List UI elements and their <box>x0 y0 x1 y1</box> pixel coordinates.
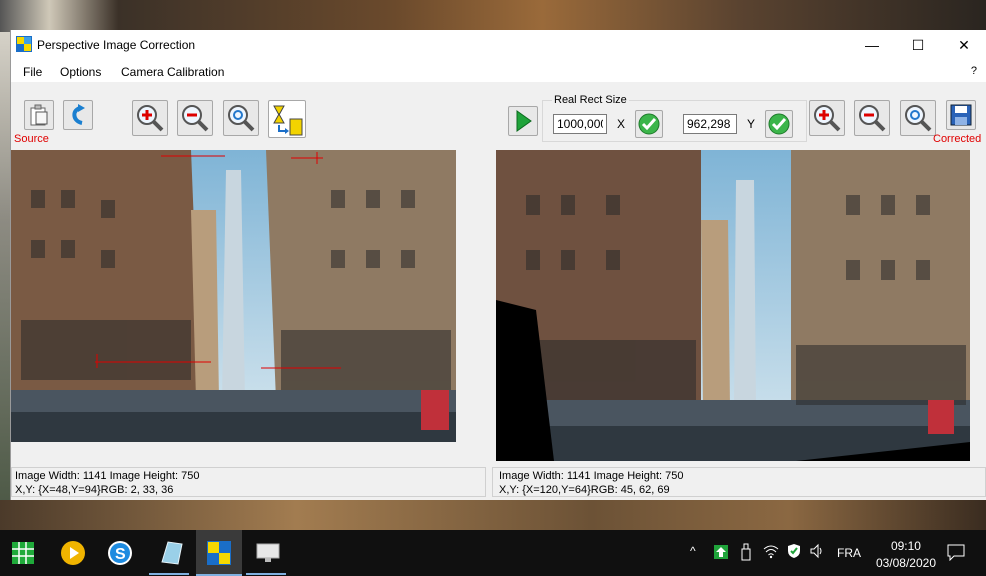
app-window: Perspective Image Correction — ☐ ✕ File … <box>10 30 986 500</box>
corrected-image[interactable] <box>496 150 970 461</box>
source-zoom-in-button[interactable] <box>132 100 168 136</box>
save-button[interactable] <box>946 100 976 130</box>
zoom-out-icon <box>859 105 886 132</box>
media-player-icon[interactable] <box>58 538 88 568</box>
rotate-button[interactable] <box>63 100 93 130</box>
rect-y-label: Y <box>747 117 756 131</box>
menu-camera-calibration[interactable]: Camera Calibration <box>121 65 224 79</box>
desktop-wallpaper-top <box>0 0 986 32</box>
corrected-zoom-out-button[interactable] <box>854 100 890 136</box>
desktop-wallpaper-left <box>0 32 10 502</box>
corrected-photo <box>496 150 970 461</box>
rect-x-label: X <box>617 117 626 131</box>
checkmark-icon <box>768 113 790 135</box>
zoom-in-icon <box>137 105 164 132</box>
paste-button[interactable] <box>24 100 54 130</box>
clock-time: 09:10 <box>890 539 921 553</box>
title-bar[interactable]: Perspective Image Correction — ☐ ✕ <box>11 30 986 60</box>
close-button[interactable]: ✕ <box>941 30 986 60</box>
source-photo <box>11 150 456 442</box>
show-hidden-icons-icon[interactable]: ^ <box>690 544 696 558</box>
corrected-zoom-in-button[interactable] <box>809 100 845 136</box>
zoom-fit-icon <box>905 105 932 132</box>
transform-button[interactable] <box>268 100 306 138</box>
menu-file[interactable]: File <box>23 65 42 79</box>
source-image[interactable] <box>11 150 456 442</box>
perspective-app-icon[interactable] <box>204 538 234 568</box>
corrected-zoom-fit-button[interactable] <box>900 100 936 136</box>
source-label: Source <box>14 133 49 145</box>
volume-icon[interactable] <box>809 543 825 559</box>
notebook-app-icon[interactable] <box>156 538 186 568</box>
running-indicator <box>246 573 286 575</box>
clock-date: 03/08/2020 <box>875 556 936 570</box>
source-size-text: Image Width: 1141 Image Height: 750 <box>15 470 200 482</box>
notifications-icon[interactable] <box>946 543 966 561</box>
zoom-out-icon <box>182 105 209 132</box>
source-zoom-fit-button[interactable] <box>223 100 259 136</box>
corrected-label: Corrected <box>933 133 982 145</box>
floppy-disk-icon <box>950 104 972 126</box>
corrected-size-text: Image Width: 1141 Image Height: 750 <box>499 470 684 482</box>
usb-drive-icon[interactable] <box>740 543 752 561</box>
rotate-icon <box>72 104 85 125</box>
checkmark-icon <box>638 113 660 135</box>
taskbar: S ^ FRA 09:10 03/08/2020 <box>0 530 986 576</box>
source-zoom-out-button[interactable] <box>177 100 213 136</box>
running-indicator <box>149 573 189 575</box>
menu-options[interactable]: Options <box>60 65 101 79</box>
svg-text:S: S <box>115 546 126 563</box>
corrected-pixel-text: X,Y: {X=120,Y=64}RGB: 45, 62, 69 <box>499 484 670 496</box>
source-pixel-text: X,Y: {X=48,Y=94}RGB: 2, 33, 36 <box>15 484 174 496</box>
rect-x-input[interactable] <box>553 114 607 134</box>
input-language[interactable]: FRA <box>837 546 861 560</box>
zoom-in-icon <box>814 105 841 132</box>
upload-icon[interactable] <box>713 544 729 560</box>
system-clock[interactable]: 09:10 03/08/2020 <box>876 538 936 572</box>
real-rect-size-title: Real Rect Size <box>552 94 629 106</box>
paste-icon <box>30 104 48 126</box>
apply-x-button[interactable] <box>635 110 663 138</box>
desktop-wallpaper-bottom <box>0 500 986 530</box>
run-correction-button[interactable] <box>508 106 538 136</box>
transform-icon <box>273 105 303 136</box>
monitor-app-icon[interactable] <box>253 538 283 568</box>
play-icon <box>516 110 532 132</box>
maximize-button[interactable]: ☐ <box>895 30 941 60</box>
apply-y-button[interactable] <box>765 110 793 138</box>
window-title: Perspective Image Correction <box>37 38 196 52</box>
app-icon <box>16 36 32 52</box>
rect-y-input[interactable] <box>683 114 737 134</box>
minimize-button[interactable]: — <box>849 30 895 60</box>
security-shield-icon[interactable] <box>786 543 802 559</box>
help-button[interactable]: ? <box>971 65 977 77</box>
grid-app-icon[interactable] <box>8 538 38 568</box>
menu-bar: File Options Camera Calibration ? <box>11 60 986 82</box>
wifi-icon[interactable] <box>763 543 779 559</box>
s-app-icon[interactable]: S <box>105 538 135 568</box>
zoom-fit-icon <box>228 105 255 132</box>
